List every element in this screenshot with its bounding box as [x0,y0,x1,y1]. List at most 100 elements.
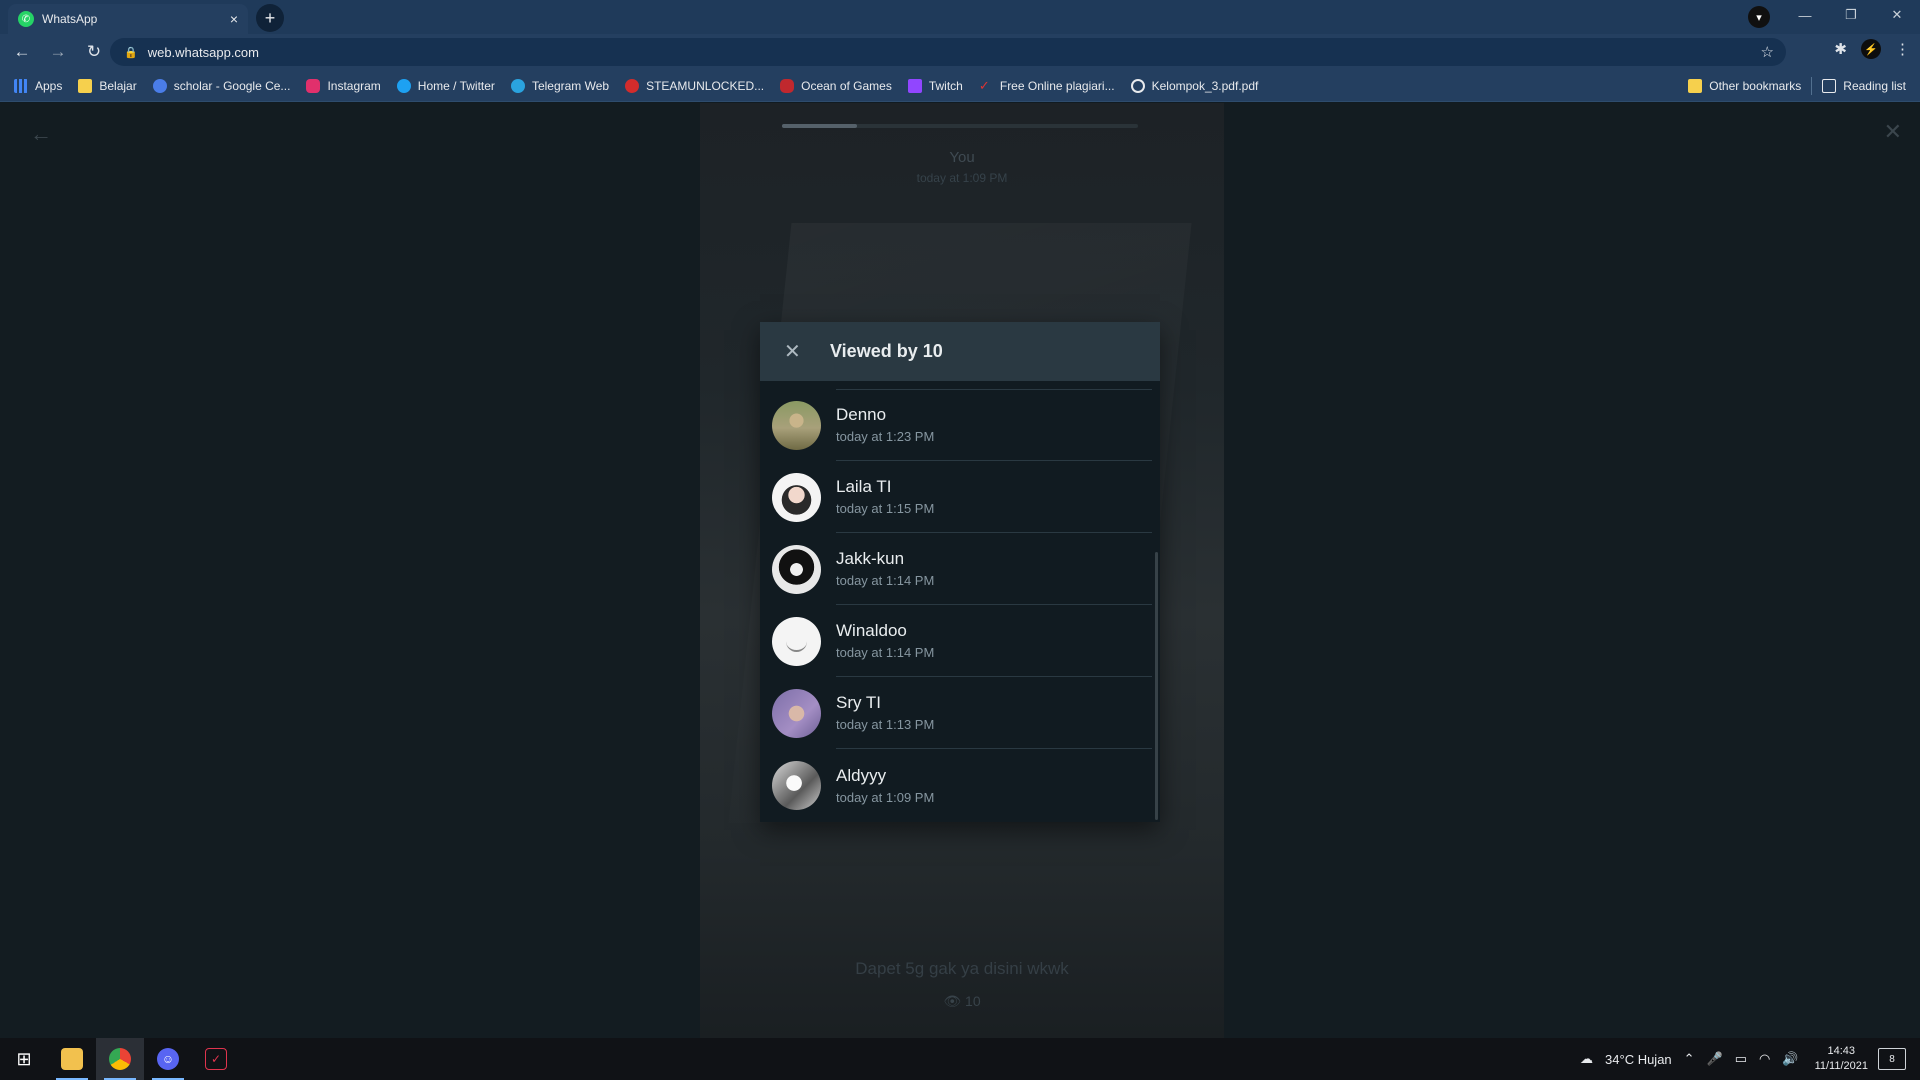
back-icon[interactable]: ← [8,38,36,66]
poster-name: You [949,149,975,166]
viewer-item[interactable]: Denno today at 1:23 PM [760,389,1152,461]
tab-close-icon[interactable]: × [230,11,238,27]
bookmark-plagiarism[interactable]: ✓ Free Online plagiari... [978,77,1115,93]
bookmark-twitter[interactable]: Home / Twitter [396,78,495,93]
avatar [772,472,821,522]
address-bar[interactable]: 🔒 web.whatsapp.com ☆ [110,38,1786,66]
bookmark-instagram[interactable]: Instagram [306,78,381,93]
menu-icon[interactable]: ⋮ [1895,40,1910,58]
progress-fill [782,124,857,128]
close-window-icon[interactable]: ✕ [1874,7,1920,23]
reading-list-icon [1822,79,1837,93]
windows-start-icon[interactable]: ⊞ [0,1038,48,1080]
viewer-name: Laila TI [836,477,892,496]
clock-time: 14:43 [1827,1045,1856,1057]
battery-icon[interactable]: ▭ [1735,1051,1747,1067]
viewer-time: today at 1:14 PM [836,573,935,588]
weather-cloud-icon[interactable]: ☁ [1580,1051,1593,1067]
telegram-icon [510,78,525,93]
taskbar-file-explorer[interactable] [48,1038,96,1080]
clock[interactable]: 14:43 11/11/2021 [1815,1044,1868,1074]
tab-whatsapp[interactable]: ✆ WhatsApp × [8,4,248,34]
bookmark-ocean-of-games[interactable]: Ocean of Games [780,78,892,93]
avatar [772,760,821,810]
tab-title: WhatsApp [42,12,98,26]
avatar [772,688,821,738]
instagram-icon [306,78,321,93]
bookmark-scholar[interactable]: scholar - Google Ce... [152,78,290,93]
chevron-up-icon[interactable]: ⌃ [1684,1051,1695,1067]
smiley-icon [786,631,807,652]
reload-icon[interactable]: ↻ [80,38,108,66]
profile-avatar[interactable]: ⚡ [1861,39,1881,59]
viewer-name: Winaldoo [836,621,907,640]
browser-toolbar: ← → ↻ 🔒 web.whatsapp.com ☆ ✱ ⚡ ⋮ [0,34,1920,70]
bookmark-apps[interactable]: Apps [14,78,62,93]
avatar [772,616,821,666]
folder-icon [61,1048,83,1070]
apps-grid-icon [14,78,28,93]
viewer-list[interactable]: Denno today at 1:23 PM Laila TI today at 1… [760,389,1152,822]
forward-icon[interactable]: → [44,38,72,66]
bookmark-kelompok[interactable]: Kelompok_3.pdf.pdf [1130,78,1258,93]
viewer-time: today at 1:09 PM [836,789,935,805]
bookmark-belajar[interactable]: Belajar [78,78,137,93]
twitch-icon [907,78,922,93]
window-controls: — ❐ ✕ [1782,0,1920,30]
twitter-icon [396,78,411,93]
tab-search-icon[interactable]: ▾ [1748,6,1770,28]
dialog-header: ✕ Viewed by 10 [760,322,1160,381]
viewer-item[interactable]: Winaldoo today at 1:14 PM [760,605,1152,677]
taskbar-chrome[interactable] [96,1038,144,1080]
viewer-time: today at 1:13 PM [836,717,935,732]
gamepad-icon [780,78,795,93]
close-icon[interactable]: ✕ [1884,119,1902,145]
microphone-icon[interactable]: 🎤 [1707,1051,1723,1067]
vivaldi-icon: ✓ [205,1048,227,1070]
new-tab-button[interactable]: + [256,4,284,32]
steamunlocked-icon [625,78,640,93]
checkmark-icon: ✓ [978,77,990,93]
back-arrow-icon[interactable]: ← [30,121,52,147]
viewer-time: today at 1:14 PM [836,645,935,660]
viewed-by-dialog: ✕ Viewed by 10 Denno today at 1:23 PM Lai… [760,322,1160,822]
minimize-icon[interactable]: — [1782,8,1828,23]
bookmark-star-icon[interactable]: ☆ [1761,43,1774,61]
weather-text[interactable]: 34°C Hujan [1605,1052,1672,1067]
taskbar-discord[interactable]: ☺ [144,1038,192,1080]
extensions-icon[interactable]: ✱ [1834,40,1847,58]
system-tray: ☁ 34°C Hujan ⌃ 🎤 ▭ ◠ 🔊 14:43 11/11/2021 … [1574,1038,1920,1080]
bookmark-steamunlocked[interactable]: STEAMUNLOCKED... [625,78,764,93]
close-icon[interactable]: ✕ [784,339,808,364]
viewer-item[interactable]: Jakk-kun today at 1:14 PM [760,533,1152,605]
viewer-item[interactable]: Aldyyy today at 1:09 PM [760,749,1152,821]
bookmark-telegram[interactable]: Telegram Web [510,78,609,93]
poster-time: today at 1:09 PM [916,171,1008,185]
viewer-name: Aldyyy [836,765,887,785]
folder-icon [1688,79,1703,93]
notification-center-icon[interactable]: 8 [1878,1048,1906,1070]
browser-tab-strip: ✆ WhatsApp × + ▾ — ❐ ✕ [0,0,1920,34]
volume-icon[interactable]: 🔊 [1782,1051,1798,1067]
bookmarks-bar: Apps Belajar scholar - Google Ce... Inst… [0,70,1920,102]
reading-list[interactable]: Reading list [1822,79,1906,93]
status-caption: Dapet 5g gak ya disini wkwk [855,959,1069,978]
viewer-item[interactable]: Laila TI today at 1:15 PM [760,461,1152,533]
bookmark-twitch[interactable]: Twitch [907,78,963,93]
eye-icon: 👁 [943,993,962,1009]
viewer-name: Sry TI [836,693,882,712]
viewer-item[interactable]: Sry TI today at 1:13 PM [760,677,1152,749]
dialog-title: Viewed by 10 [830,341,943,361]
lock-icon[interactable]: 🔒 [124,46,138,59]
scrollbar[interactable] [1155,552,1158,820]
restore-icon[interactable]: ❐ [1828,7,1874,23]
avatar [772,544,821,594]
wifi-icon[interactable]: ◠ [1759,1051,1770,1067]
taskbar: ⊞ ☺ ✓ ☁ 34°C Hujan ⌃ 🎤 ▭ ◠ 🔊 14:43 11/11… [0,1038,1920,1080]
scholar-icon [152,78,167,93]
bookmark-other[interactable]: Other bookmarks [1688,79,1801,93]
status-viewer: ← ✕ You today at 1:09 PM Dapet 5g gak ya… [0,103,1920,1038]
viewer-name: Denno [836,405,887,424]
taskbar-app-v[interactable]: ✓ [192,1038,240,1080]
view-count[interactable]: 👁 10 [700,993,1224,1010]
